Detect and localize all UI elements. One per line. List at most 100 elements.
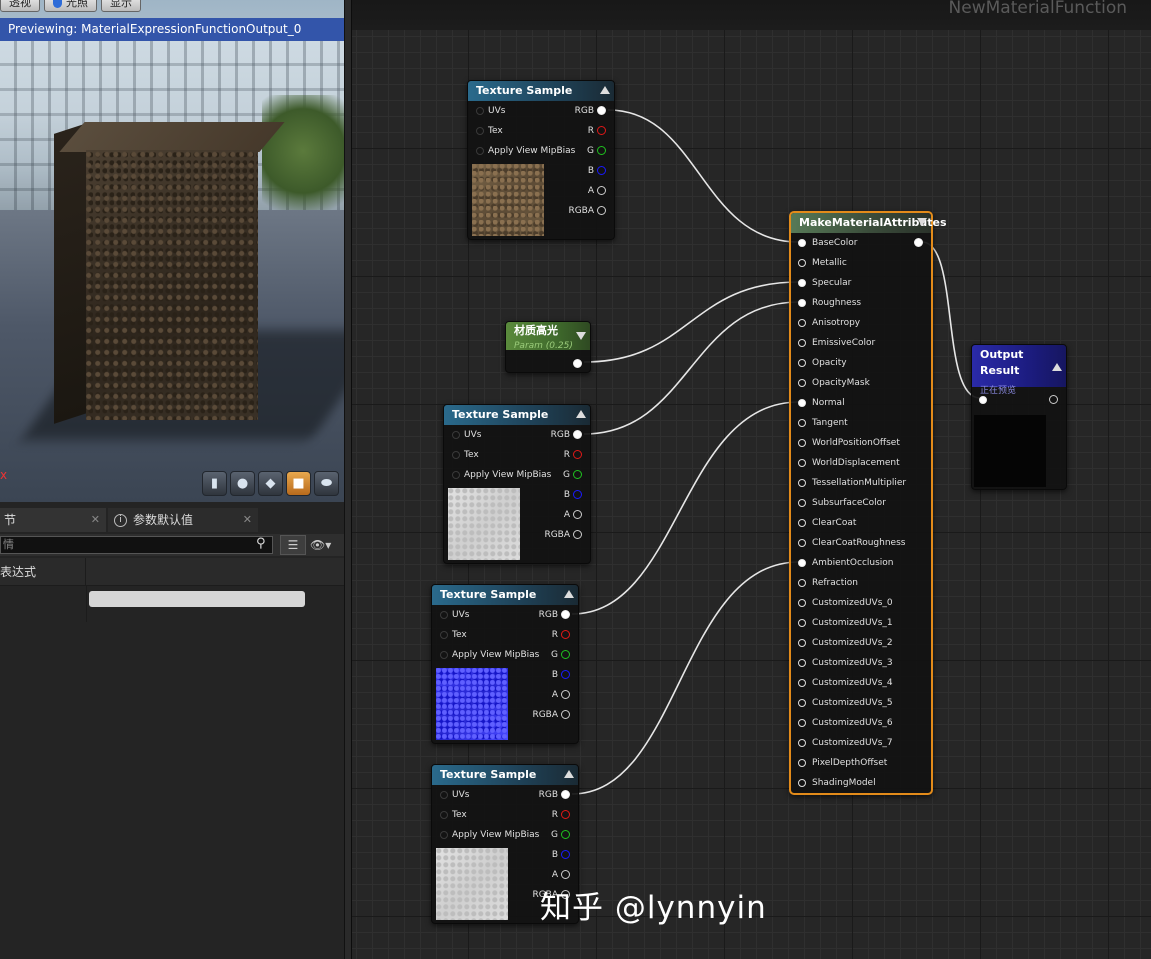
pin-r[interactable]: [573, 450, 582, 459]
pin-b[interactable]: [561, 850, 570, 859]
pin-worlddisplacement[interactable]: [798, 459, 806, 467]
pin-mipbias[interactable]: [452, 471, 460, 479]
pin-a[interactable]: [561, 690, 570, 699]
pin-customizeduvs_5[interactable]: [798, 699, 806, 707]
pin-customizeduvs_3[interactable]: [798, 659, 806, 667]
collapse-arrow-icon[interactable]: [917, 218, 927, 226]
pin-b[interactable]: [573, 490, 582, 499]
sphere-icon[interactable]: ●: [230, 471, 255, 496]
lit-button[interactable]: 光照: [44, 0, 97, 12]
pin-ambientocclusion[interactable]: [798, 559, 806, 567]
param-node[interactable]: 材质高光 Param (0.25): [505, 321, 591, 373]
pin-tex[interactable]: [440, 631, 448, 639]
pin-normal[interactable]: [798, 399, 806, 407]
search-icon[interactable]: ⚲: [256, 537, 270, 551]
pin-material-attributes[interactable]: [914, 238, 923, 247]
collapse-arrow-icon[interactable]: [564, 770, 574, 778]
pin-rgb[interactable]: [561, 790, 570, 799]
pin-tessellationmultiplier[interactable]: [798, 479, 806, 487]
pin-customizeduvs_1[interactable]: [798, 619, 806, 627]
pin-customizeduvs_2[interactable]: [798, 639, 806, 647]
pin-customizeduvs_7[interactable]: [798, 739, 806, 747]
texture-sample-node[interactable]: Texture Sample UVs Tex Apply View MipBia…: [467, 80, 615, 240]
preview-viewport[interactable]: 透视 光照 显示 Previewing: MaterialExpressionF…: [0, 0, 344, 502]
pin-rgba[interactable]: [573, 530, 582, 539]
cylinder-icon[interactable]: ▮: [202, 471, 227, 496]
close-icon[interactable]: ✕: [91, 508, 100, 532]
pin-uvs[interactable]: [476, 107, 484, 115]
perspective-button[interactable]: 透视: [0, 0, 40, 12]
pin-output[interactable]: [1049, 395, 1058, 404]
pin-rgba[interactable]: [561, 710, 570, 719]
pin-r[interactable]: [597, 126, 606, 135]
pin-emissivecolor[interactable]: [798, 339, 806, 347]
node-title[interactable]: Texture Sample: [432, 765, 578, 785]
tab-parameter-defaults[interactable]: i 参数默认值 ✕: [108, 508, 258, 532]
pin-uvs[interactable]: [440, 791, 448, 799]
search-input[interactable]: 情: [0, 536, 273, 554]
node-title[interactable]: Texture Sample: [432, 585, 578, 605]
pin-g[interactable]: [561, 830, 570, 839]
pin-worldpositionoffset[interactable]: [798, 439, 806, 447]
pin-tex[interactable]: [476, 127, 484, 135]
output-header[interactable]: Output Result 正在预览: [972, 345, 1066, 396]
pin-refraction[interactable]: [798, 579, 806, 587]
expression-section[interactable]: 表达式: [0, 558, 344, 586]
collapse-arrow-icon[interactable]: [1052, 363, 1062, 371]
pin-b[interactable]: [597, 166, 606, 175]
pin-opacity[interactable]: [798, 359, 806, 367]
pin-metallic[interactable]: [798, 259, 806, 267]
pin-customizeduvs_6[interactable]: [798, 719, 806, 727]
pin-rgba[interactable]: [597, 206, 606, 215]
node-title[interactable]: Texture Sample: [468, 81, 614, 101]
texture-sample-node[interactable]: Texture Sample UVs Tex Apply View MipBia…: [431, 584, 579, 744]
pin-a[interactable]: [561, 870, 570, 879]
pin-a[interactable]: [573, 510, 582, 519]
collapse-arrow-icon[interactable]: [600, 86, 610, 94]
node-title[interactable]: MakeMaterialAttributes: [791, 213, 947, 233]
pin-clearcoatroughness[interactable]: [798, 539, 806, 547]
pin-subsurfacecolor[interactable]: [798, 499, 806, 507]
view-options-button[interactable]: ☰: [280, 535, 306, 555]
pin-uvs[interactable]: [452, 431, 460, 439]
pin-b[interactable]: [561, 670, 570, 679]
pin-rgb[interactable]: [561, 610, 570, 619]
plane-icon[interactable]: ◆: [258, 471, 283, 496]
collapse-arrow-icon[interactable]: [576, 332, 586, 340]
pin-rgb[interactable]: [573, 430, 582, 439]
param-header[interactable]: 材质高光 Param (0.25): [506, 322, 590, 351]
pin-r[interactable]: [561, 810, 570, 819]
pin-customizeduvs_0[interactable]: [798, 599, 806, 607]
tab-details[interactable]: 节 ✕: [0, 508, 106, 532]
make-material-attributes-node[interactable]: MakeMaterialAttributes BaseColor Metallic…: [789, 211, 947, 795]
pin-g[interactable]: [573, 470, 582, 479]
pin-input[interactable]: [979, 396, 987, 404]
collapse-arrow-icon[interactable]: [564, 590, 574, 598]
pin-pixeldepthoffset[interactable]: [798, 759, 806, 767]
pin-mipbias[interactable]: [440, 831, 448, 839]
collapse-arrow-icon[interactable]: [576, 410, 586, 418]
pin-anisotropy[interactable]: [798, 319, 806, 327]
pin-a[interactable]: [597, 186, 606, 195]
pin-basecolor[interactable]: [798, 239, 806, 247]
panel-splitter[interactable]: [344, 0, 352, 959]
pin-r[interactable]: [561, 630, 570, 639]
show-button[interactable]: 显示: [101, 0, 141, 12]
pin-g[interactable]: [561, 650, 570, 659]
pin-tex[interactable]: [452, 451, 460, 459]
pin-customizeduvs_4[interactable]: [798, 679, 806, 687]
texture-sample-node[interactable]: Texture Sample UVs Tex Apply View MipBia…: [443, 404, 591, 564]
pin-uvs[interactable]: [440, 611, 448, 619]
pin-opacitymask[interactable]: [798, 379, 806, 387]
pin-tangent[interactable]: [798, 419, 806, 427]
property-value-field[interactable]: [89, 591, 305, 607]
pin-rgb[interactable]: [597, 106, 606, 115]
pin-tex[interactable]: [440, 811, 448, 819]
pin-roughness[interactable]: [798, 299, 806, 307]
output-result-node[interactable]: Output Result 正在预览: [971, 344, 1067, 490]
visibility-eye-icon[interactable]: 👁▾: [310, 535, 340, 555]
node-title[interactable]: Texture Sample: [444, 405, 590, 425]
pin-shadingmodel[interactable]: [798, 779, 806, 787]
cube-icon[interactable]: ■: [286, 471, 311, 496]
teapot-icon[interactable]: ⬬: [314, 471, 339, 496]
